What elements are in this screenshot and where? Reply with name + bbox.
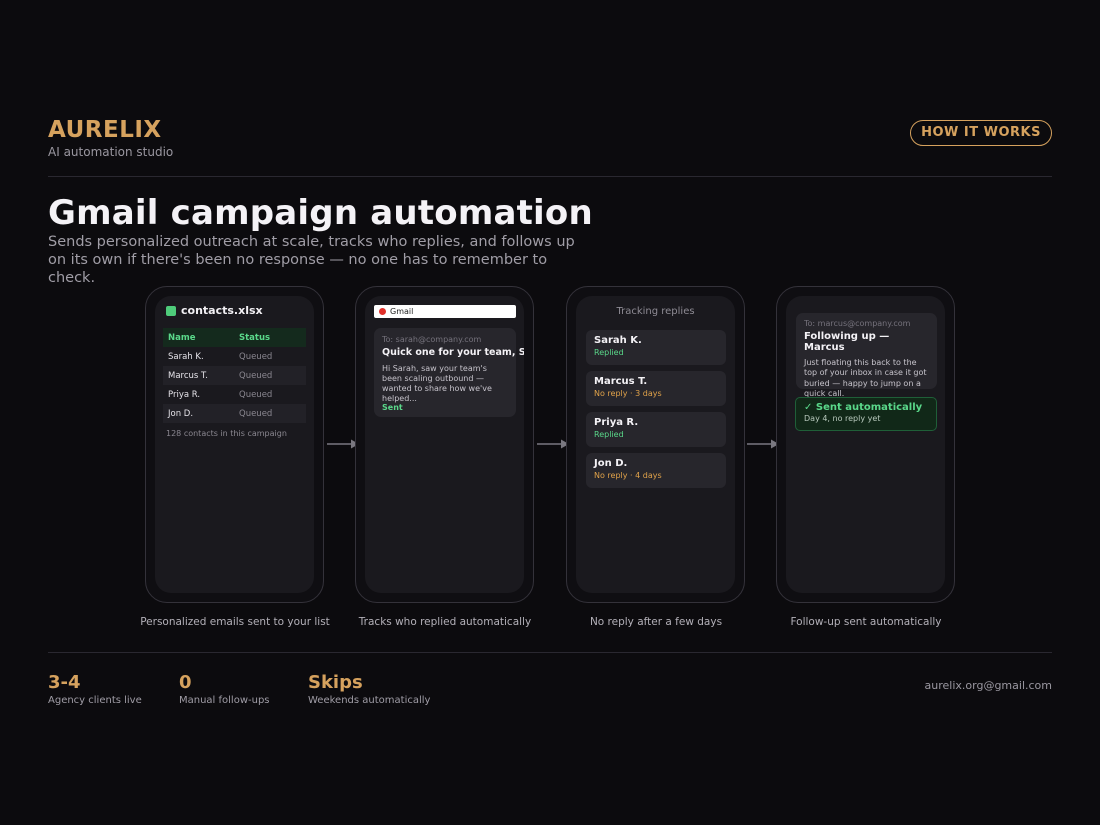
- table-row: Priya R. Queued: [163, 385, 306, 404]
- contact-status: Queued: [239, 389, 273, 400]
- stat-label: Manual follow-ups: [179, 695, 270, 706]
- stat-label: Agency clients live: [48, 695, 142, 706]
- reply-status: No reply · 3 days: [594, 389, 662, 398]
- column-header-status: Status: [239, 332, 271, 343]
- step-caption-2: Tracks who replied automatically: [358, 616, 532, 628]
- reply-status: No reply · 4 days: [594, 471, 662, 480]
- spreadsheet-icon: [166, 305, 176, 316]
- phone-step-1: contacts.xlsx Name Status Sarah K. Queue…: [145, 286, 324, 603]
- contact-count: 128 contacts in this campaign: [166, 429, 287, 438]
- gmail-icon: [379, 308, 386, 315]
- phone-screen: To: marcus@company.com Following up — Ma…: [786, 296, 945, 593]
- auto-sent-title: ✓ Sent automatically: [804, 402, 923, 413]
- reply-contact-name: Sarah K.: [594, 335, 642, 346]
- auto-sent-subtitle: Day 4, no reply yet: [804, 414, 881, 423]
- reply-card: Marcus T. No reply · 3 days: [586, 371, 726, 406]
- stat-value: Skips: [308, 672, 363, 693]
- how-it-works-button[interactable]: HOW IT WORKS: [910, 120, 1052, 146]
- stat-weekends: Skips Weekends automatically: [308, 672, 430, 706]
- table-header-row: Name Status: [163, 328, 306, 347]
- reply-status: Replied: [594, 348, 624, 357]
- sent-automatically-badge: ✓ Sent automatically Day 4, no reply yet: [795, 397, 937, 431]
- phone-screen: contacts.xlsx Name Status Sarah K. Queue…: [155, 296, 314, 593]
- step-caption-3: No reply after a few days: [589, 616, 723, 628]
- contact-name: Sarah K.: [168, 351, 204, 362]
- tracking-title: Tracking replies: [616, 306, 695, 317]
- phone-step-3: Tracking replies Sarah K. Replied Marcus…: [566, 286, 745, 603]
- stat-clients: 3-4 Agency clients live: [48, 672, 142, 706]
- phone-screen: Gmail To: sarah@company.com Quick one fo…: [365, 296, 524, 593]
- page-subtitle: Sends personalized outreach at scale, tr…: [48, 234, 575, 286]
- step-caption-1: Personalized emails sent to your list: [140, 616, 330, 628]
- phone-step-2: Gmail To: sarah@company.com Quick one fo…: [355, 286, 534, 603]
- table-row: Sarah K. Queued: [163, 347, 306, 366]
- gmail-label: Gmail: [390, 307, 414, 316]
- arrow-right-icon: [747, 439, 779, 449]
- contact-status: Queued: [239, 370, 273, 381]
- reply-status: Replied: [594, 430, 624, 439]
- stat-label: Weekends automatically: [308, 695, 431, 706]
- contact-name: Marcus T.: [168, 370, 208, 381]
- table-row: Jon D. Queued: [163, 404, 306, 423]
- reply-contact-name: Jon D.: [594, 458, 628, 469]
- gmail-bar: Gmail: [374, 305, 516, 318]
- contact-email-link[interactable]: aurelix.org@gmail.com: [925, 679, 1052, 692]
- brand: AURELIX AI automation studio: [48, 117, 173, 159]
- email-subject: Quick one for your team, Sarah: [382, 347, 524, 358]
- stat-value: 0: [179, 672, 192, 693]
- contact-status: Queued: [239, 408, 273, 419]
- email-body: Just floating this back to the top of yo…: [804, 358, 927, 398]
- brand-name: AURELIX: [48, 117, 162, 143]
- table-row: Marcus T. Queued: [163, 366, 306, 385]
- reply-card: Jon D. No reply · 4 days: [586, 453, 726, 488]
- phone-screen: Tracking replies Sarah K. Replied Marcus…: [576, 296, 735, 593]
- email-subject: Following up — Marcus: [804, 331, 890, 353]
- email-card: To: sarah@company.com Quick one for your…: [374, 328, 524, 417]
- reply-contact-name: Priya R.: [594, 417, 639, 428]
- email-recipient: To: marcus@company.com: [804, 319, 911, 328]
- email-recipient: To: sarah@company.com: [382, 335, 482, 344]
- page-title: Gmail campaign automation: [48, 193, 593, 233]
- sent-status: Sent: [382, 403, 403, 412]
- header-divider: [48, 176, 1052, 177]
- contact-status: Queued: [239, 351, 273, 362]
- reply-card: Sarah K. Replied: [586, 330, 726, 365]
- contact-name: Jon D.: [168, 408, 194, 419]
- brand-tagline: AI automation studio: [48, 145, 174, 159]
- contacts-table: Name Status Sarah K. Queued Marcus T. Qu…: [163, 328, 306, 423]
- followup-email-card: To: marcus@company.com Following up — Ma…: [796, 313, 937, 398]
- stat-followups: 0 Manual follow-ups: [179, 672, 270, 706]
- stat-value: 3-4: [48, 672, 81, 693]
- phone-step-4: To: marcus@company.com Following up — Ma…: [776, 286, 955, 603]
- file-header: contacts.xlsx: [166, 304, 263, 317]
- footer-divider: [48, 652, 1052, 653]
- file-name: contacts.xlsx: [181, 304, 263, 317]
- reply-contact-name: Marcus T.: [594, 376, 648, 387]
- reply-card: Priya R. Replied: [586, 412, 726, 447]
- column-header-name: Name: [168, 332, 196, 343]
- step-caption-4: Follow-up sent automatically: [790, 616, 942, 628]
- email-body: Hi Sarah, saw your team's been scaling o…: [382, 364, 492, 403]
- contact-name: Priya R.: [168, 389, 201, 400]
- arrow-right-icon: [537, 439, 569, 449]
